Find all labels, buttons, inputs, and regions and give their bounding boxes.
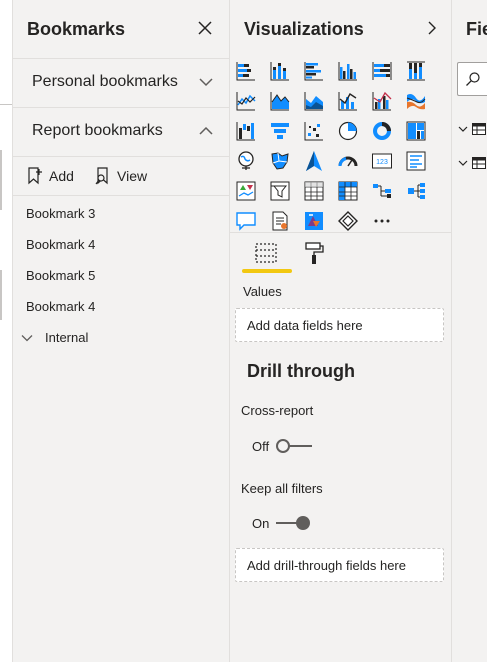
- funnel-chart-icon[interactable]: [269, 120, 291, 142]
- kpi-icon[interactable]: [235, 180, 257, 202]
- chevron-up-icon: [199, 126, 213, 135]
- keep-all-filters-label: Keep all filters: [241, 481, 323, 496]
- pie-chart-icon[interactable]: [337, 120, 359, 142]
- power-automate-icon[interactable]: [337, 210, 359, 232]
- paint-roller-icon[interactable]: [302, 240, 328, 266]
- add-label: Add: [49, 168, 74, 184]
- bookmarks-title: Bookmarks: [27, 19, 126, 39]
- search-icon: [466, 72, 480, 86]
- stacked-bar-chart-icon[interactable]: [235, 60, 257, 82]
- line-chart-icon[interactable]: [235, 90, 257, 112]
- fields-title: Fie: [466, 19, 487, 39]
- table-icon: [472, 157, 486, 169]
- drill-through-heading: Drill through: [247, 361, 355, 381]
- chevron-down-icon: [458, 126, 468, 132]
- chevron-right-icon[interactable]: [422, 18, 442, 38]
- values-placeholder: Add data fields here: [247, 318, 363, 333]
- bookmark-actions: Add View: [13, 156, 230, 196]
- group-label: Internal: [45, 330, 89, 345]
- multi-row-card-icon[interactable]: [405, 150, 427, 172]
- keep-all-filters-toggle[interactable]: [276, 516, 312, 530]
- clustered-column-chart-icon[interactable]: [337, 60, 359, 82]
- more-visuals-icon[interactable]: [371, 210, 393, 232]
- bookmark-item[interactable]: Bookmark 3: [26, 206, 95, 221]
- keep-all-filters-state: On: [252, 516, 270, 531]
- gauge-icon[interactable]: [337, 150, 359, 172]
- chevron-down-icon: [21, 334, 33, 341]
- section-personal-bookmarks[interactable]: Personal bookmarks: [13, 58, 230, 107]
- section-label: Report bookmarks: [32, 122, 163, 139]
- bookmark-item[interactable]: Bookmark 4: [26, 237, 95, 252]
- values-drop-well[interactable]: Add data fields here: [235, 308, 444, 342]
- cross-report-label: Cross-report: [241, 403, 314, 418]
- view-label: View: [117, 168, 148, 184]
- card-icon[interactable]: 123: [371, 150, 393, 172]
- treemap-icon[interactable]: [405, 120, 427, 142]
- ribbon-chart-icon[interactable]: [405, 90, 427, 112]
- donut-chart-icon[interactable]: [371, 120, 393, 142]
- bookmark-group-internal[interactable]: Internal: [21, 330, 88, 345]
- decomposition-tree-icon[interactable]: [371, 180, 393, 202]
- toggle-knob: [276, 439, 290, 453]
- add-bookmark-button[interactable]: Add: [27, 167, 74, 185]
- visualizations-pane: Visualizations 123 Values Add data field…: [229, 0, 452, 662]
- scatter-chart-icon[interactable]: [303, 120, 325, 142]
- bookmark-add-icon: [28, 167, 42, 185]
- canvas-divider: [0, 104, 12, 105]
- view-bookmark-button[interactable]: View: [95, 167, 147, 185]
- visualizations-title: Visualizations: [244, 19, 364, 39]
- chevron-down-icon: [458, 160, 468, 166]
- stacked-column-chart-icon[interactable]: [269, 60, 291, 82]
- values-label: Values: [243, 284, 282, 299]
- slicer-icon[interactable]: [269, 180, 291, 202]
- toggle-track: [288, 445, 312, 447]
- fields-pane: Fie: [451, 0, 487, 662]
- paginated-report-icon[interactable]: [269, 210, 291, 232]
- fields-search-input[interactable]: [457, 62, 487, 96]
- stacked-area-chart-icon[interactable]: [303, 90, 325, 112]
- power-apps-icon[interactable]: [303, 210, 325, 232]
- clustered-bar-chart-icon[interactable]: [303, 60, 325, 82]
- cross-report-toggle[interactable]: [276, 439, 312, 453]
- 100-stacked-column-chart-icon[interactable]: [405, 60, 427, 82]
- waterfall-chart-icon[interactable]: [235, 120, 257, 142]
- table-icon[interactable]: [303, 180, 325, 202]
- key-influencers-icon[interactable]: [405, 180, 427, 202]
- bookmark-item[interactable]: Bookmark 5: [26, 268, 95, 283]
- active-tab-indicator: [242, 269, 292, 273]
- canvas-marker: [0, 150, 2, 210]
- fields-tab-icon[interactable]: [254, 240, 280, 266]
- drill-through-placeholder: Add drill-through fields here: [247, 558, 406, 573]
- bookmarks-pane: Bookmarks Personal bookmarks Report book…: [12, 0, 230, 662]
- canvas-edge: [0, 0, 12, 662]
- map-icon[interactable]: [235, 150, 257, 172]
- bookmark-view-icon: [95, 167, 108, 185]
- matrix-icon[interactable]: [337, 180, 359, 202]
- azure-map-icon[interactable]: [303, 150, 325, 172]
- section-label: Personal bookmarks: [32, 73, 178, 90]
- close-icon[interactable]: [195, 18, 215, 38]
- field-table-row[interactable]: [458, 123, 487, 135]
- bookmark-item[interactable]: Bookmark 4: [26, 299, 95, 314]
- 100-stacked-bar-chart-icon[interactable]: [371, 60, 393, 82]
- gallery-divider: [230, 232, 452, 233]
- line-and-clustered-column-chart-icon[interactable]: [371, 90, 393, 112]
- drill-through-drop-well[interactable]: Add drill-through fields here: [235, 548, 444, 582]
- filled-map-icon[interactable]: [269, 150, 291, 172]
- line-and-stacked-column-chart-icon[interactable]: [337, 90, 359, 112]
- table-icon: [472, 123, 486, 135]
- toggle-knob: [296, 516, 310, 530]
- area-chart-icon[interactable]: [269, 90, 291, 112]
- qa-icon[interactable]: [235, 210, 257, 232]
- canvas-marker: [0, 270, 2, 320]
- field-table-row[interactable]: [458, 157, 487, 169]
- svg-text:123: 123: [376, 159, 388, 166]
- cross-report-state: Off: [252, 439, 270, 454]
- section-report-bookmarks[interactable]: Report bookmarks: [13, 107, 230, 156]
- chevron-down-icon: [199, 78, 213, 87]
